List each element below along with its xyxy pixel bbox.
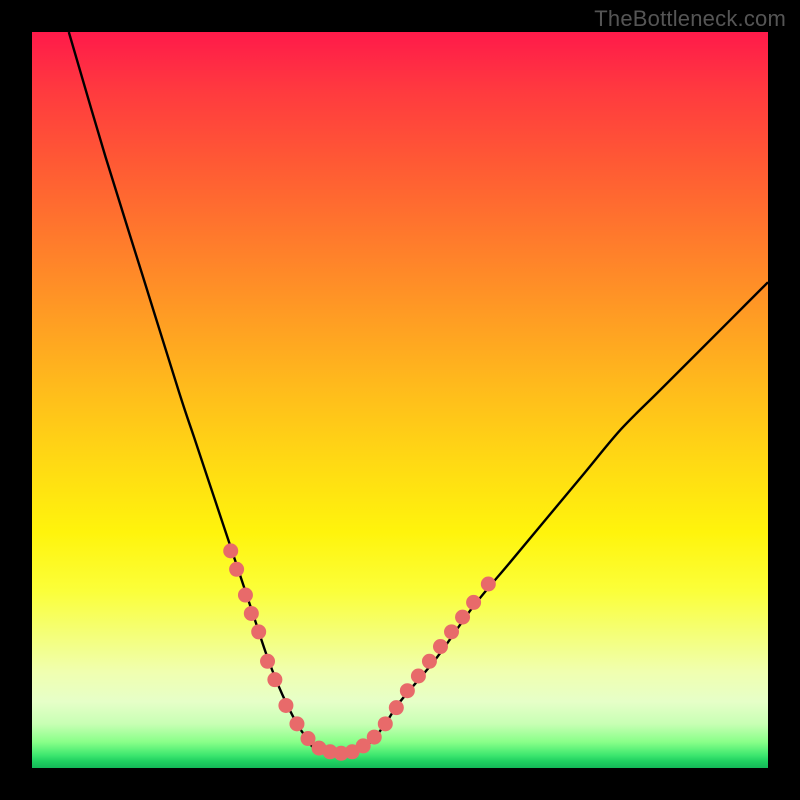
data-point: [400, 683, 415, 698]
data-point: [411, 669, 426, 684]
plot-area: [32, 32, 768, 768]
data-point: [289, 716, 304, 731]
data-point: [260, 654, 275, 669]
data-point: [422, 654, 437, 669]
data-point: [238, 588, 253, 603]
curve-points: [223, 543, 496, 760]
chart-svg: [32, 32, 768, 768]
data-point: [367, 730, 382, 745]
data-point: [433, 639, 448, 654]
data-point: [244, 606, 259, 621]
bottleneck-curve: [69, 32, 768, 753]
data-point: [223, 543, 238, 558]
data-point: [455, 610, 470, 625]
data-point: [229, 562, 244, 577]
data-point: [481, 577, 496, 592]
data-point: [444, 624, 459, 639]
watermark-text: TheBottleneck.com: [594, 6, 786, 32]
data-point: [251, 624, 266, 639]
data-point: [389, 700, 404, 715]
data-point: [378, 716, 393, 731]
data-point: [278, 698, 293, 713]
data-point: [267, 672, 282, 687]
data-point: [466, 595, 481, 610]
chart-frame: TheBottleneck.com: [0, 0, 800, 800]
